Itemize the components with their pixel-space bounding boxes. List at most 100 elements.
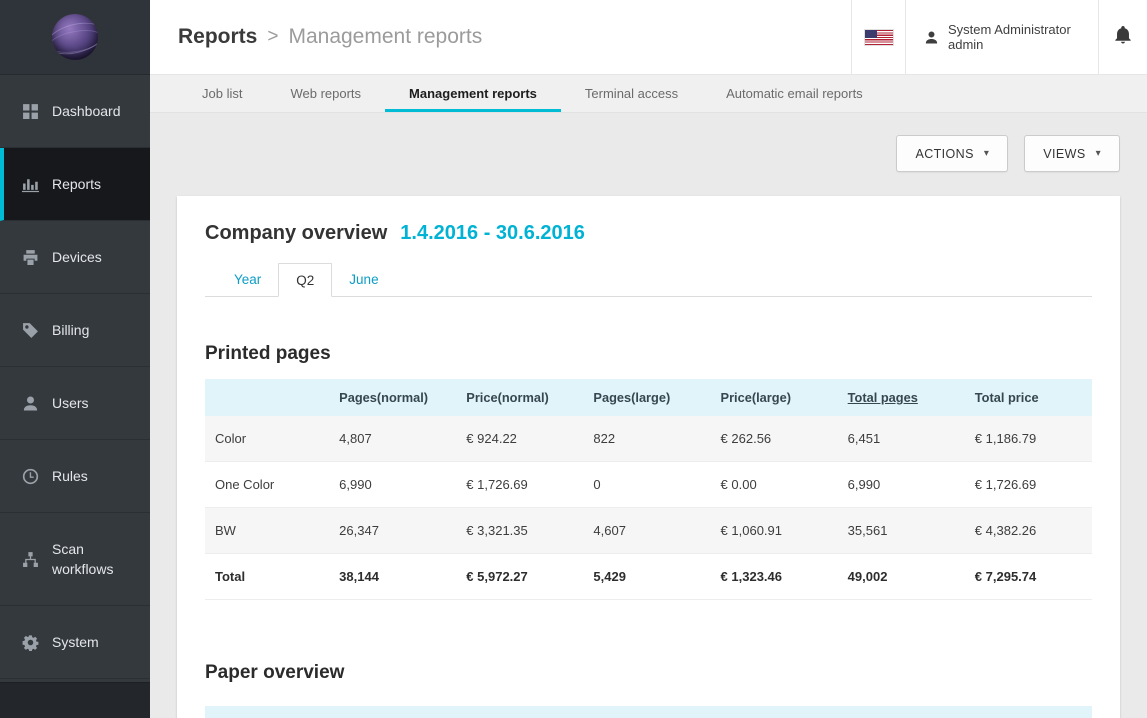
table-row-one-color: One Color 6,990 € 1,726.69 0 € 0.00 6,99… [205, 462, 1092, 508]
user-role: admin [948, 37, 1071, 52]
cell: € 3,321.35 [456, 508, 583, 554]
user-menu[interactable]: System Administrator admin [905, 0, 1098, 74]
sidebar-item-label: Users [52, 393, 138, 413]
sidebar-item-users[interactable]: Users [0, 367, 150, 440]
breadcrumb-current: Management reports [288, 25, 482, 49]
language-selector[interactable] [851, 0, 905, 74]
sidebar-item-system[interactable]: System [0, 606, 150, 679]
sidebar-item-scan-workflows[interactable]: Scan workflows [0, 513, 150, 606]
cell: 4,807 [329, 416, 456, 462]
row-label: BW [205, 508, 329, 554]
tab-web-reports[interactable]: Web reports [266, 75, 385, 112]
content-area: ACTIONS ▾ VIEWS ▾ Company overview 1.4.2… [150, 113, 1147, 718]
table-row-color: Color 4,807 € 924.22 822 € 262.56 6,451 … [205, 416, 1092, 462]
cell: 6,451 [838, 416, 965, 462]
col-header-pages-large[interactable]: Pages(large) [583, 379, 710, 416]
col-header-price-normal[interactable]: Price(normal) [456, 379, 583, 416]
sidebar-item-reports[interactable]: Reports [0, 148, 150, 221]
sidebar-nav: Dashboard Reports Devices Billing [0, 75, 150, 679]
bar-chart-icon [21, 176, 39, 193]
row-label: One Color [205, 462, 329, 508]
toolbar: ACTIONS ▾ VIEWS ▾ [177, 113, 1120, 172]
col-header-total-pages[interactable]: Total pages [838, 379, 965, 416]
views-button[interactable]: VIEWS ▾ [1024, 135, 1120, 172]
report-title: Company overview [205, 222, 387, 245]
notifications-button[interactable] [1098, 0, 1147, 74]
period-tab-q2[interactable]: Q2 [278, 263, 332, 297]
sidebar-footer [0, 682, 150, 718]
sitemap-icon [21, 551, 39, 568]
sidebar-item-label: Billing [52, 320, 138, 340]
cell: 0 [583, 462, 710, 508]
col-header-blank [205, 379, 329, 416]
report-card: Company overview 1.4.2016 - 30.6.2016 Ye… [177, 196, 1120, 718]
header-right: System Administrator admin [851, 0, 1147, 74]
period-tab-year[interactable]: Year [217, 263, 278, 297]
dashboard-icon [21, 103, 39, 120]
chevron-down-icon: ▾ [984, 148, 989, 159]
user-info: System Administrator admin [948, 22, 1071, 52]
paper-overview-table-header [205, 706, 1092, 718]
breadcrumb-reports[interactable]: Reports [178, 25, 257, 49]
sidebar-item-billing[interactable]: Billing [0, 294, 150, 367]
sidebar-item-label: System [52, 632, 138, 652]
cell: € 1,060.91 [711, 508, 838, 554]
logo-icon [52, 14, 98, 60]
user-icon [924, 30, 939, 45]
us-flag-icon [865, 30, 893, 45]
section-title-printed-pages: Printed pages [205, 343, 1092, 365]
cell: € 1,726.69 [456, 462, 583, 508]
views-button-label: VIEWS [1043, 147, 1085, 161]
flag-canton [865, 30, 877, 38]
cell: € 4,382.26 [965, 508, 1092, 554]
sidebar-item-rules[interactable]: Rules [0, 440, 150, 513]
sidebar-item-dashboard[interactable]: Dashboard [0, 75, 150, 148]
sidebar-item-label: Reports [52, 174, 138, 194]
cell: 6,990 [838, 462, 965, 508]
col-header-price-large[interactable]: Price(large) [711, 379, 838, 416]
tab-automatic-email-reports[interactable]: Automatic email reports [702, 75, 887, 112]
sidebar-item-devices[interactable]: Devices [0, 221, 150, 294]
report-date-range: 1.4.2016 - 30.6.2016 [400, 222, 585, 245]
user-name: System Administrator [948, 22, 1071, 37]
tab-job-list[interactable]: Job list [178, 75, 266, 112]
cell: € 1,186.79 [965, 416, 1092, 462]
sidebar-item-label: Devices [52, 247, 138, 267]
cell: € 5,972.27 [456, 554, 583, 600]
sidebar: Dashboard Reports Devices Billing [0, 0, 150, 718]
row-label: Total [205, 554, 329, 600]
gear-icon [21, 634, 39, 651]
cell: 5,429 [583, 554, 710, 600]
top-header: Reports > Management reports System Admi… [150, 0, 1147, 75]
col-header-pages-normal[interactable]: Pages(normal) [329, 379, 456, 416]
cell: 35,561 [838, 508, 965, 554]
cell: € 262.56 [711, 416, 838, 462]
period-tab-june[interactable]: June [332, 263, 395, 297]
cell: 49,002 [838, 554, 965, 600]
printed-pages-table: Pages(normal) Price(normal) Pages(large)… [205, 379, 1092, 600]
report-title-row: Company overview 1.4.2016 - 30.6.2016 [205, 222, 1092, 245]
row-label: Color [205, 416, 329, 462]
cell: € 924.22 [456, 416, 583, 462]
breadcrumb-separator: > [267, 26, 278, 48]
tab-management-reports[interactable]: Management reports [385, 75, 561, 112]
cell: € 1,726.69 [965, 462, 1092, 508]
tag-icon [21, 322, 39, 339]
cell: 4,607 [583, 508, 710, 554]
bell-icon [1114, 26, 1132, 49]
sidebar-item-label: Rules [52, 466, 138, 486]
table-row-total: Total 38,144 € 5,972.27 5,429 € 1,323.46… [205, 554, 1092, 600]
app-logo[interactable] [0, 0, 150, 75]
main-area: Reports > Management reports System Admi… [150, 0, 1147, 718]
col-header-total-price[interactable]: Total price [965, 379, 1092, 416]
table-header-row: Pages(normal) Price(normal) Pages(large)… [205, 379, 1092, 416]
period-tabs: Year Q2 June [205, 263, 1092, 297]
app-root: Dashboard Reports Devices Billing [0, 0, 1147, 718]
chevron-down-icon: ▾ [1096, 148, 1101, 159]
cell: 822 [583, 416, 710, 462]
actions-button[interactable]: ACTIONS ▾ [896, 135, 1008, 172]
breadcrumb: Reports > Management reports [150, 0, 482, 74]
cell: € 7,295.74 [965, 554, 1092, 600]
clock-icon [21, 468, 39, 485]
tab-terminal-access[interactable]: Terminal access [561, 75, 702, 112]
